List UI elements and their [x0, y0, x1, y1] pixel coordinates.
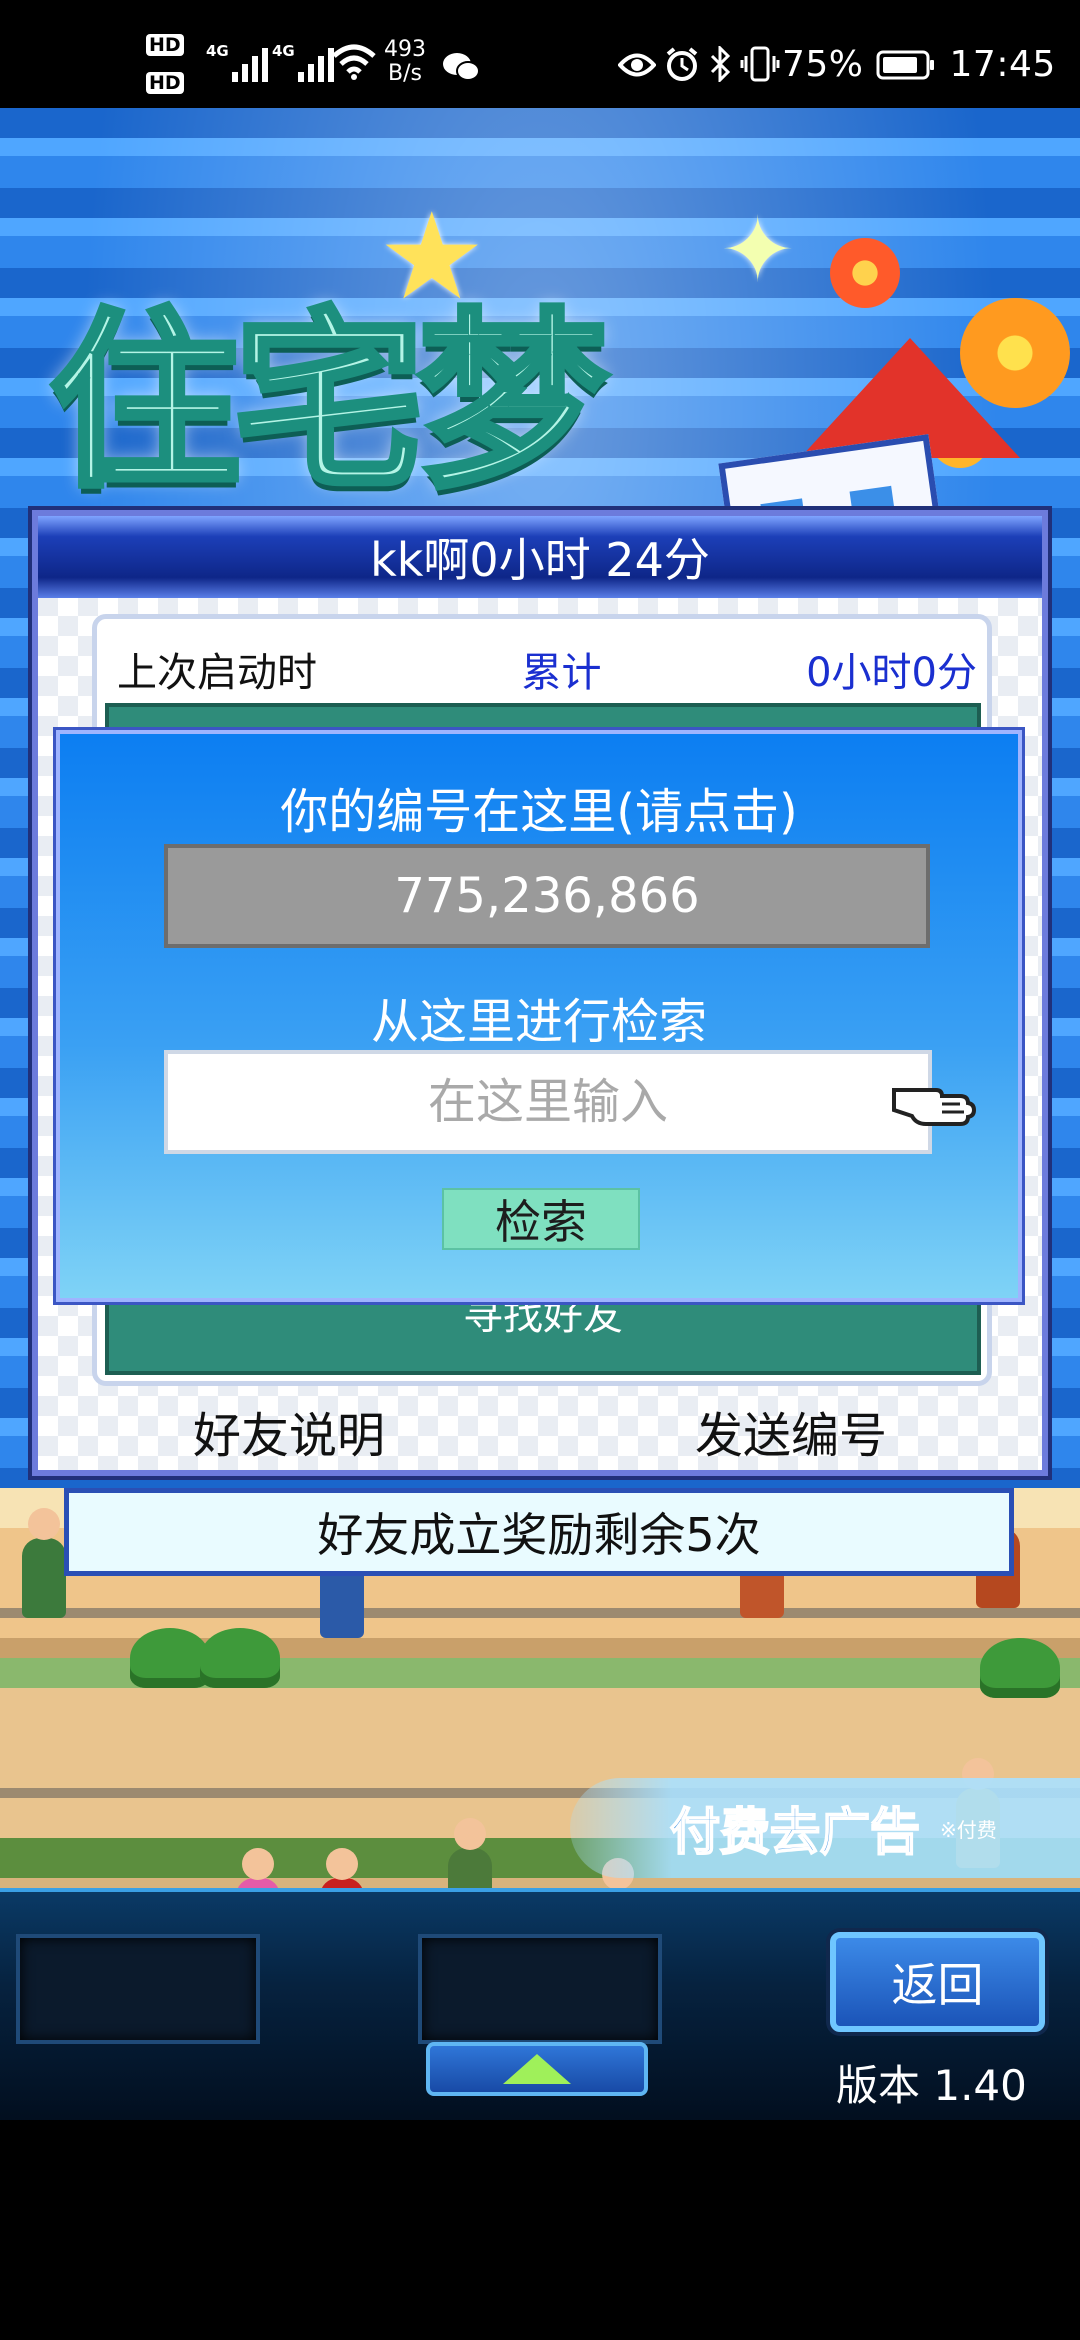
version-label: 版本 1.40 [836, 2061, 1027, 2110]
eye-icon [618, 53, 656, 77]
empty-slot-left[interactable] [16, 1934, 260, 2044]
reward-remaining: 剩余5次 [593, 1508, 761, 1562]
game-logo: 住宅梦 [47, 289, 611, 516]
total-value: 0小时0分 [806, 650, 977, 696]
reward-label: 好友成立奖励 [317, 1508, 594, 1562]
hd2-badge: HD [146, 72, 184, 94]
friend-reward-bar: 好友成立奖励 剩余5次 [64, 1488, 1014, 1576]
remove-ads-label: 付费去广告 [669, 1802, 921, 1862]
wechat-icon [443, 53, 480, 81]
flower-icon [830, 238, 900, 308]
back-button[interactable]: 返回 [830, 1932, 1045, 2032]
empty-slot-center[interactable] [418, 1934, 662, 2044]
panel-header: kk啊 0小时 24分 [38, 516, 1042, 598]
battery-percent: 75% [782, 44, 864, 85]
pointer-hand-icon [892, 1088, 977, 1126]
player-id-button[interactable]: 775,236,866 [164, 844, 930, 948]
resident-sprite [22, 1508, 66, 1618]
game-screen: HD HD 4G 4G 493 B/s 75% 17:45 住宅梦 ★ ✦ 付费… [0, 0, 1080, 2340]
remove-ads-banner[interactable]: 付费去广告 ※付费 [570, 1778, 1080, 1878]
play-time: 0小时 24分 [469, 533, 710, 587]
bluetooth-icon [710, 46, 731, 82]
up-arrow-icon [503, 2054, 571, 2084]
sparkle-icon: ✦ [720, 198, 796, 303]
stats-row: 上次启动时 累计 0小时0分 [117, 639, 977, 699]
vibrate-icon [740, 46, 780, 82]
status-right: 75% 17:45 [782, 44, 1056, 85]
bottom-control-bar: 返回 版本 1.40 [0, 1888, 1080, 2120]
friend-search-dialog: 你的编号在这里(请点击) 775,236,866 从这里进行检索 检索 [56, 730, 1022, 1302]
battery-icon [876, 50, 934, 79]
signal-1-icon: 4G [206, 42, 268, 82]
player-name: kk啊 [370, 533, 470, 587]
hd1-badge: HD [146, 34, 184, 56]
alarm-icon [666, 47, 698, 81]
scroll-up-button[interactable] [426, 2042, 648, 2096]
last-start-label: 上次启动时 [117, 650, 317, 696]
friend-help-button[interactable]: 好友说明 [193, 1396, 385, 1466]
clock: 17:45 [949, 44, 1056, 85]
friend-id-input[interactable] [164, 1050, 932, 1154]
signal-2-icon: 4G [272, 42, 334, 82]
send-id-button[interactable]: 发送编号 [695, 1396, 887, 1466]
remove-ads-note: ※付费 [940, 1817, 997, 1842]
status-bar: HD HD 4G 4G 493 B/s 75% 17:45 [0, 0, 1080, 108]
search-title: 从这里进行检索 [370, 994, 707, 1050]
panel-footer: 好友说明 发送编号 [38, 1396, 1042, 1466]
total-label: 累计 [521, 650, 602, 696]
network-speed: 493 B/s [384, 37, 426, 86]
id-title: 你的编号在这里(请点击) [280, 784, 798, 840]
wifi-icon [332, 44, 376, 80]
search-button[interactable]: 检索 [442, 1188, 640, 1250]
star-icon: ★ [378, 188, 486, 327]
